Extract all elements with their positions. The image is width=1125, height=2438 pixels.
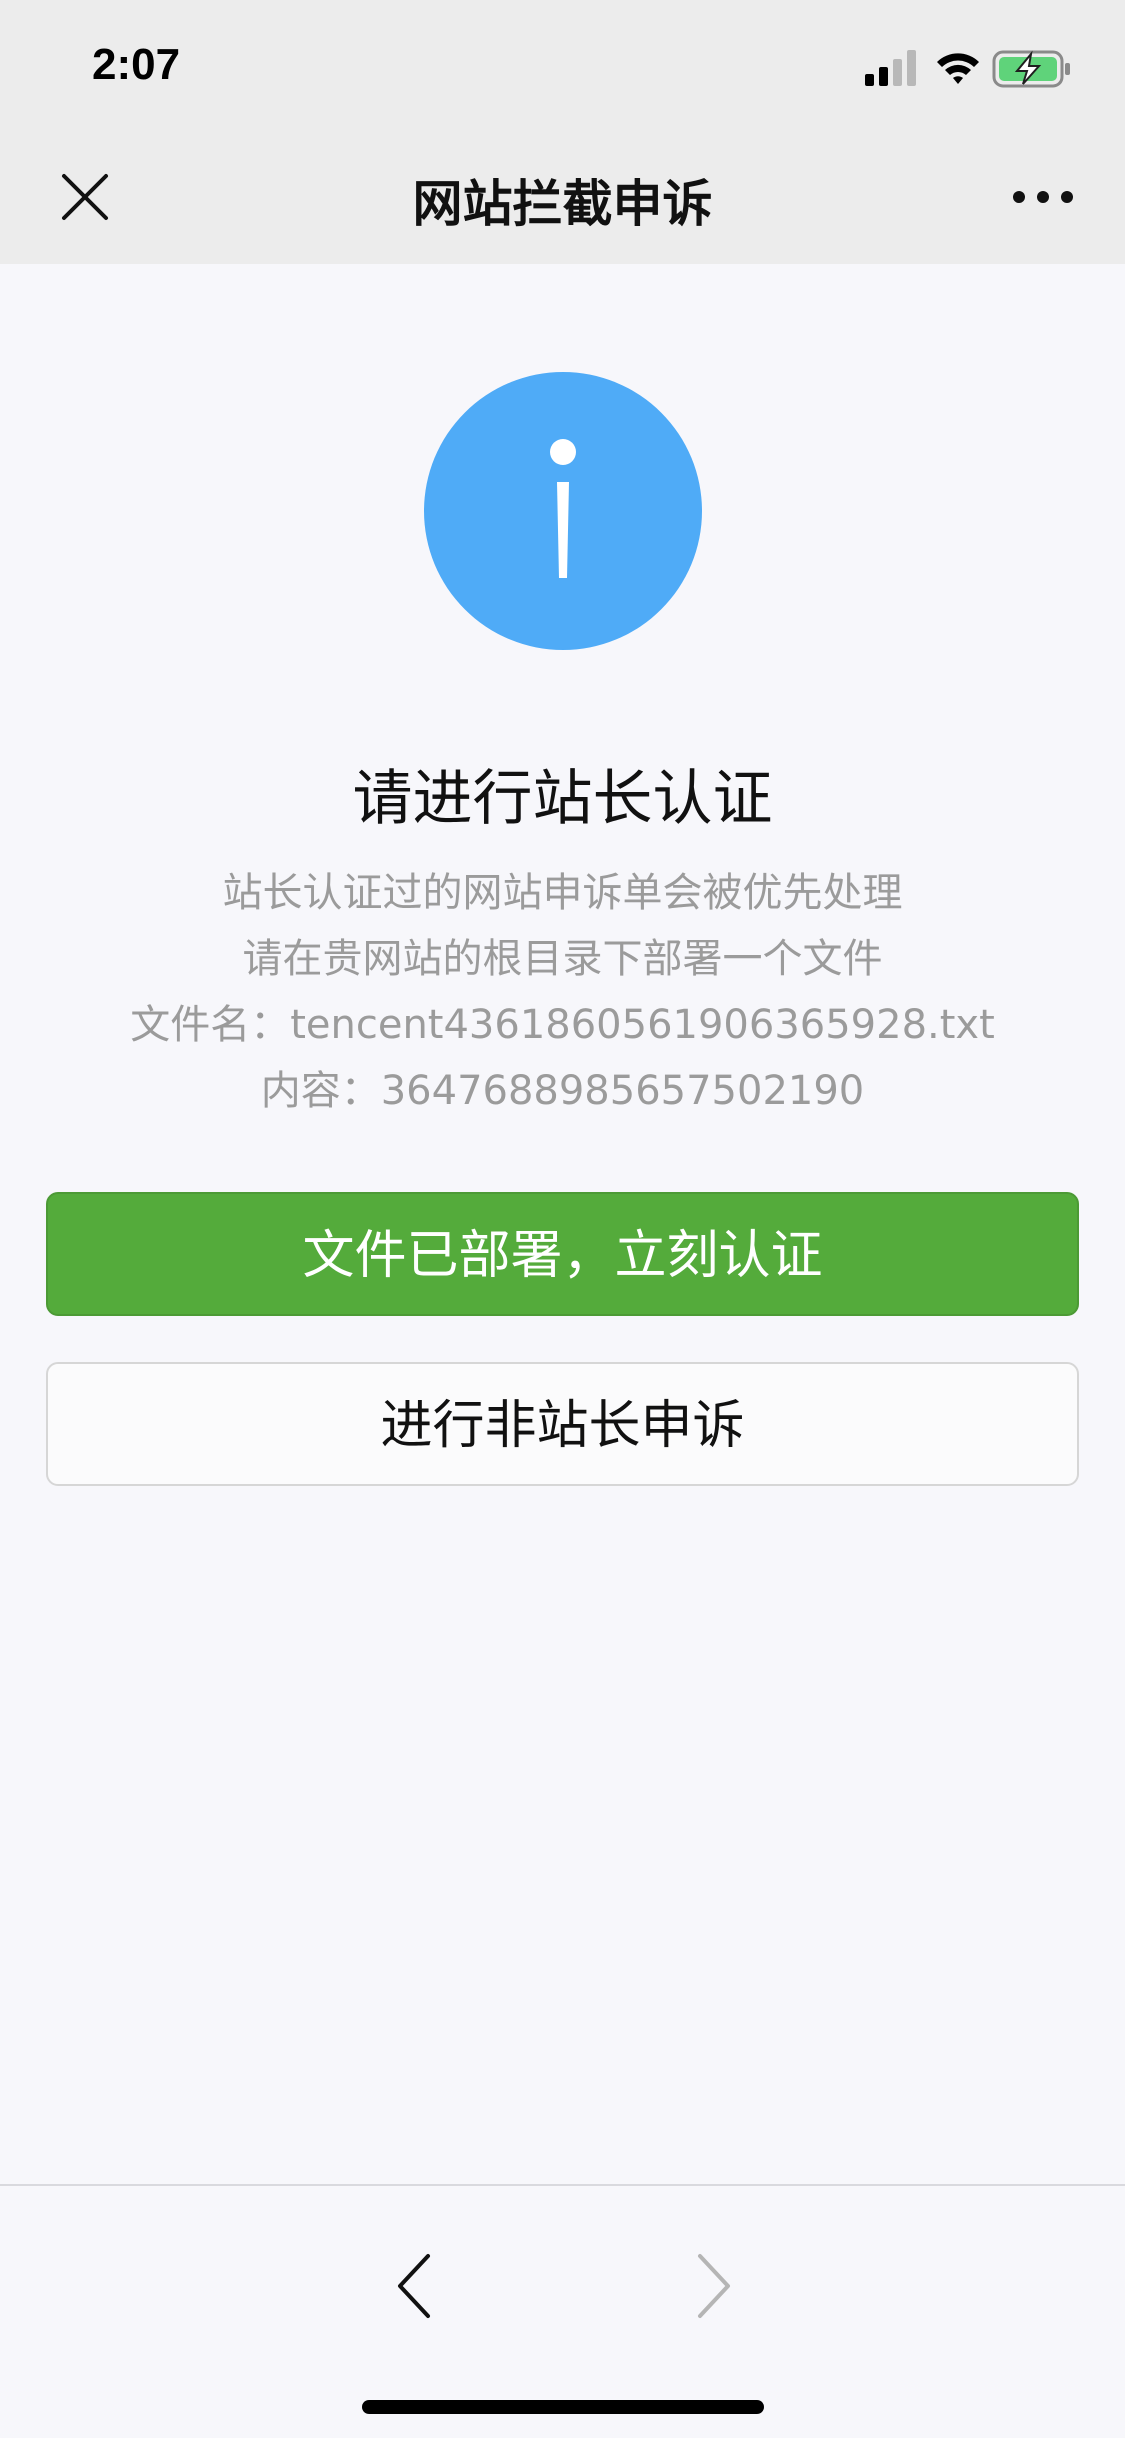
heading: 请进行站长认证 [352, 764, 773, 834]
more-button[interactable] [1011, 172, 1075, 222]
non-owner-appeal-button[interactable]: 进行非站长申诉 [46, 1362, 1079, 1486]
page-title: 网站拦截申诉 [412, 175, 713, 233]
cellular-signal-icon [865, 50, 916, 86]
status-bar: 2:07 [0, 0, 1125, 132]
description-line: 站长认证过的网站申诉单会被优先处理 [222, 870, 903, 916]
file-content-line: 内容：3647688985657502190 [260, 1068, 865, 1114]
description-line: 请在贵网站的根目录下部署一个文件 [242, 936, 883, 982]
bottom-toolbar [0, 2184, 1125, 2438]
file-name-line: 文件名：tencent4361860561906365928.txt [130, 1002, 995, 1048]
forward-button[interactable] [686, 2246, 738, 2326]
home-indicator[interactable] [362, 2400, 764, 2414]
verify-button[interactable]: 文件已部署，立刻认证 [46, 1192, 1079, 1316]
main-content: 请进行站长认证 站长认证过的网站申诉单会被优先处理 请在贵网站的根目录下部署一个… [0, 264, 1125, 2184]
wifi-icon [937, 53, 979, 84]
info-icon [424, 372, 702, 650]
status-time: 2:07 [92, 40, 181, 89]
battery-charging-icon [992, 50, 1070, 88]
nav-bar: 网站拦截申诉 [0, 132, 1125, 264]
back-button[interactable] [390, 2246, 442, 2326]
chevron-left-icon [398, 2254, 430, 2318]
status-icons [865, 46, 1085, 90]
chevron-right-icon [698, 2254, 730, 2318]
more-icon [1013, 191, 1073, 203]
